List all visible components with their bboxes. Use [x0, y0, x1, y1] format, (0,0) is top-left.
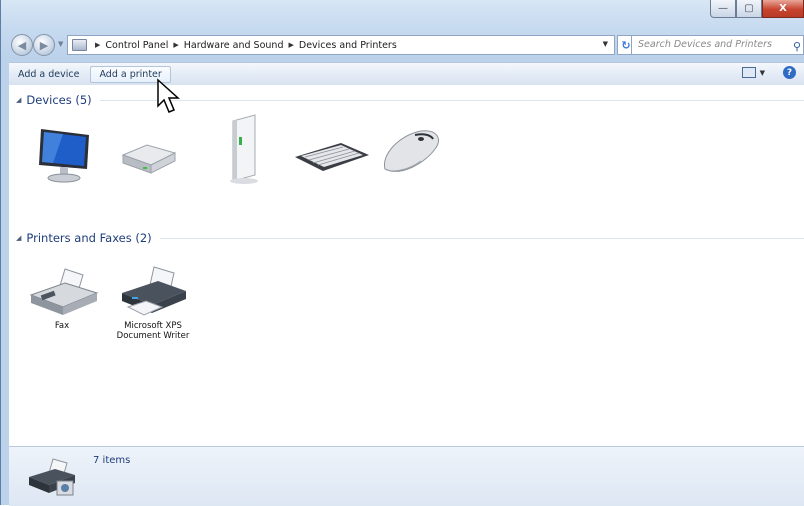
forward-button[interactable]: ▶ [33, 34, 55, 56]
address-dropdown-icon[interactable]: ▼ [603, 40, 608, 48]
control-panel-icon [72, 39, 87, 51]
address-bar[interactable]: ▶ Control Panel ▶ Hardware and Sound ▶ D… [67, 35, 615, 55]
minimize-button[interactable]: — [710, 0, 736, 18]
fax-icon [29, 268, 99, 315]
group-divider [99, 99, 804, 101]
keyboard-icon [295, 143, 369, 171]
devices-content-pane: ◢ Devices (5) ◢ Printers and Faxes (2) F… [9, 85, 804, 446]
devices-group-header[interactable]: ◢ Devices (5) [16, 93, 804, 107]
change-view-icon[interactable] [741, 67, 756, 78]
search-icon[interactable]: ⚲ [793, 38, 801, 56]
command-bar: Add a device Add a printer ▼ ? [9, 62, 804, 86]
maximize-button[interactable]: ▢ [736, 0, 762, 18]
printers-group-header[interactable]: ◢ Printers and Faxes (2) [16, 231, 804, 245]
device-external-drive[interactable] [113, 125, 183, 185]
devices-group-label: Devices (5) [26, 93, 92, 107]
fax-label: Fax [54, 321, 70, 331]
chevron-right-icon[interactable]: ▶ [95, 41, 100, 49]
back-button[interactable]: ◀ [11, 34, 33, 56]
chevron-right-icon[interactable]: ▶ [173, 41, 178, 49]
devices-and-printers-icon [29, 458, 75, 496]
monitor-icon [39, 129, 89, 183]
explorer-window: — ▢ X ◀ ▶ ▼ ▶ Control Panel ▶ Hardware a… [0, 0, 804, 506]
search-placeholder: Search Devices and Printers [638, 39, 772, 50]
item-count: 7 items [93, 455, 131, 466]
back-arrow-icon: ◀ [17, 38, 27, 52]
mouse-icon [383, 130, 439, 172]
device-tower-drive[interactable] [209, 113, 279, 185]
forward-arrow-icon: ▶ [39, 38, 49, 52]
navigation-bar: ◀ ▶ ▼ ▶ Control Panel ▶ Hardware and Sou… [9, 34, 804, 58]
printer-icon [122, 266, 186, 316]
chevron-right-icon[interactable]: ▶ [288, 41, 293, 49]
recent-pages-dropdown[interactable]: ▼ [58, 40, 63, 48]
details-pane: 7 items [9, 446, 804, 506]
group-divider [159, 237, 804, 239]
collapse-arrow-icon[interactable]: ◢ [16, 234, 21, 242]
hard-drive-icon [121, 144, 177, 174]
mouse-pointer-icon [157, 78, 180, 113]
toolbar-right: ▼ ? [741, 66, 796, 79]
device-fax[interactable]: Fax [27, 265, 99, 331]
device-xps-writer[interactable]: Microsoft XPS Document Writer [113, 265, 193, 341]
breadcrumb-hardware-and-sound[interactable]: Hardware and Sound [184, 40, 284, 51]
close-button[interactable]: X [762, 0, 804, 18]
tower-drive-icon [230, 114, 258, 184]
help-icon[interactable]: ? [783, 66, 796, 79]
add-device-button[interactable]: Add a device [9, 66, 88, 83]
caption-buttons: — ▢ X [710, 0, 804, 20]
search-input[interactable]: Search Devices and Printers ⚲ [631, 35, 804, 55]
printers-group-label: Printers and Faxes (2) [26, 231, 152, 245]
device-keyboard[interactable] [291, 133, 369, 177]
device-mouse[interactable] [377, 125, 447, 181]
refresh-icon: ↻ [621, 38, 631, 52]
breadcrumb-control-panel[interactable]: Control Panel [105, 40, 168, 51]
collapse-arrow-icon[interactable]: ◢ [16, 96, 21, 104]
xps-writer-label: Microsoft XPS Document Writer [116, 321, 190, 341]
device-monitor[interactable] [29, 125, 99, 185]
breadcrumb-devices-and-printers[interactable]: Devices and Printers [299, 40, 397, 51]
view-options-dropdown-icon[interactable]: ▼ [760, 69, 765, 77]
